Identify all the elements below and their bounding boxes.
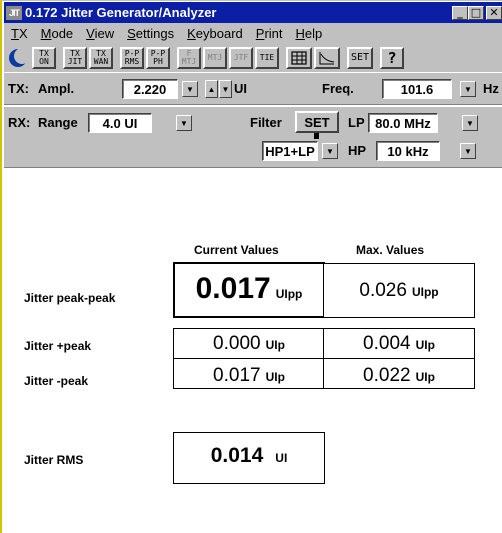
lp-label: LP bbox=[348, 115, 365, 130]
close-icon[interactable]: ✕ bbox=[486, 5, 502, 20]
ampl-dropdown-button[interactable]: ▼ bbox=[182, 81, 198, 97]
table-view-button[interactable] bbox=[286, 46, 312, 69]
menu-tx[interactable]: TX bbox=[11, 26, 28, 41]
ampl-label: Ampl. bbox=[38, 81, 75, 96]
tx-on-button[interactable]: TX ON bbox=[32, 46, 56, 69]
hp-dropdown-button[interactable]: ▼ bbox=[460, 143, 476, 159]
current-values-header: Current Values bbox=[194, 243, 279, 257]
hp-label: HP bbox=[348, 143, 367, 158]
ampl-up-button[interactable]: ▲ bbox=[205, 80, 218, 98]
tx-jit-button[interactable]: TX JIT bbox=[63, 46, 87, 69]
freq-unit: Hz bbox=[483, 81, 499, 96]
ampl-down-button[interactable]: ▼ bbox=[219, 80, 232, 98]
graph-icon bbox=[319, 51, 335, 64]
jitter-minus-current: 0.017 UIp bbox=[213, 365, 285, 386]
jitter-plus-label: Jitter +peak bbox=[24, 339, 92, 353]
table-icon bbox=[291, 50, 307, 65]
ampl-unit: UI bbox=[234, 81, 247, 96]
range-dropdown-button[interactable]: ▼ bbox=[176, 115, 192, 131]
ampl-value-field[interactable]: 2.220 bbox=[122, 79, 178, 99]
minimize-icon[interactable]: _ bbox=[452, 5, 468, 20]
tx-wan-button[interactable]: TX WAN bbox=[89, 46, 113, 69]
app-logo-icon: JIT bbox=[6, 5, 22, 20]
jitter-pp-current: 0.017 UIpp bbox=[195, 272, 303, 305]
menu-print[interactable]: Print bbox=[256, 26, 283, 41]
range-value-field[interactable]: 4.0 UI bbox=[88, 113, 152, 133]
menu-help[interactable]: Help bbox=[296, 26, 323, 41]
title-bar[interactable]: JIT 0.172 Jitter Generator/Analyzer _ □ … bbox=[4, 2, 502, 23]
jitter-plus-current: 0.000 UIp bbox=[213, 333, 285, 354]
jitter-minus-label: Jitter -peak bbox=[24, 374, 89, 388]
mtj-button[interactable]: MTJ bbox=[203, 46, 227, 69]
f-mtj-button[interactable]: F MTJ bbox=[177, 46, 201, 69]
maximize-icon[interactable]: □ bbox=[468, 5, 484, 20]
help-button[interactable]: ? bbox=[380, 46, 404, 69]
jitter-minus-max: 0.022 UIp bbox=[363, 365, 435, 386]
freq-label: Freq. bbox=[322, 81, 354, 96]
tx-panel: TX: Ampl. 2.220 ▼ ▲ ▼ UI Freq. 101.6 ▼ H… bbox=[4, 72, 502, 105]
set-button[interactable]: SET bbox=[347, 46, 373, 69]
jitter-pp-max: 0.026 UIpp bbox=[359, 280, 439, 301]
rx-label: RX: bbox=[8, 115, 31, 130]
filter-value-field[interactable]: HP1+LP bbox=[262, 141, 318, 161]
hp-value-field[interactable]: 10 kHz bbox=[376, 141, 440, 161]
tie-button[interactable]: TIE bbox=[255, 46, 279, 69]
menu-keyboard[interactable]: Keyboard bbox=[187, 26, 243, 41]
lp-dropdown-button[interactable]: ▼ bbox=[462, 115, 478, 131]
jtf-button[interactable]: JTF bbox=[229, 46, 253, 69]
help-icon: ? bbox=[387, 48, 397, 67]
graph-view-button[interactable] bbox=[314, 46, 340, 69]
filter-label: Filter bbox=[250, 115, 282, 130]
menu-view[interactable]: View bbox=[86, 26, 114, 41]
max-values-header: Max. Values bbox=[356, 243, 425, 257]
jitter-rms-value: 0.014 UI bbox=[210, 444, 288, 467]
lp-value-field[interactable]: 80.0 MHz bbox=[368, 113, 438, 133]
freq-dropdown-button[interactable]: ▼ bbox=[460, 81, 476, 97]
app-window: JIT 0.172 Jitter Generator/Analyzer _ □ … bbox=[0, 0, 502, 533]
jitter-pp-label: Jitter peak-peak bbox=[24, 291, 116, 305]
filter-connector bbox=[314, 133, 319, 139]
menu-bar: TX Mode View Settings Keyboard Print Hel… bbox=[4, 23, 502, 43]
toolbar: TX ON TX JIT TX WAN P-P RMS P-P PH F MTJ MTJ J… bbox=[4, 43, 502, 72]
pp-ph-button[interactable]: P-P PH bbox=[146, 46, 170, 69]
freq-value-field[interactable]: 101.6 bbox=[382, 79, 452, 99]
jitter-rms-label: Jitter RMS bbox=[24, 453, 84, 467]
moon-logo-icon bbox=[6, 47, 30, 69]
menu-settings[interactable]: Settings bbox=[127, 26, 174, 41]
filter-dropdown-button[interactable]: ▼ bbox=[322, 143, 338, 159]
range-label: Range bbox=[38, 115, 78, 130]
jitter-plus-max: 0.004 UIp bbox=[363, 333, 435, 354]
filter-set-button[interactable]: SET bbox=[295, 111, 339, 133]
pp-rms-button[interactable]: P-P RMS bbox=[120, 46, 144, 69]
window-title: 0.172 Jitter Generator/Analyzer bbox=[25, 5, 217, 20]
menu-mode[interactable]: Mode bbox=[41, 26, 74, 41]
tx-label: TX: bbox=[8, 81, 29, 96]
rx-panel: RX: Range 4.0 UI ▼ Filter SET LP 80.0 MH… bbox=[4, 106, 502, 168]
